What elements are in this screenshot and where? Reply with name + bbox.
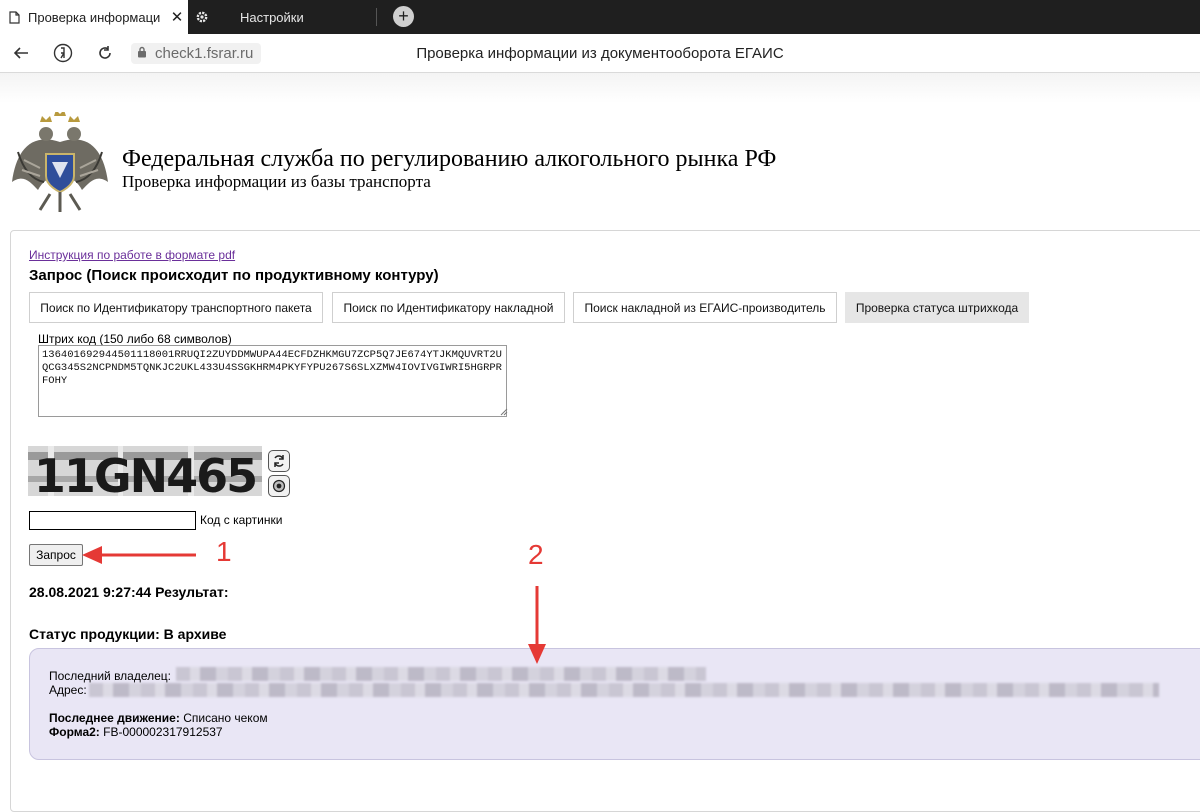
annotation-label-1: 1 xyxy=(216,536,232,567)
submit-request-button[interactable]: Запрос xyxy=(29,544,83,566)
toolbar-shadow xyxy=(0,73,1200,103)
tab-search-invoice-producer[interactable]: Поиск накладной из ЕГАИС-производитель xyxy=(573,292,837,323)
form2-label: Форма2: xyxy=(49,725,100,739)
annotation-label-2: 2 xyxy=(528,539,544,570)
close-icon[interactable]: ✕ xyxy=(166,8,188,26)
request-title: Запрос (Поиск происходит по продуктивном… xyxy=(29,267,439,284)
captcha-text: 11GN465 xyxy=(34,449,256,496)
resize-handle-icon[interactable] xyxy=(500,408,508,416)
header-subtitle: Проверка информации из базы транспорта xyxy=(122,172,431,191)
yandex-button[interactable] xyxy=(50,40,76,66)
form2-value: FB-000002317912537 xyxy=(103,725,223,739)
tab-active-title: Проверка информаци xyxy=(28,9,161,25)
back-button[interactable] xyxy=(8,40,34,66)
last-movement-line: Последнее движение: Списано чеком xyxy=(49,711,268,725)
captcha-audio-button[interactable] xyxy=(268,475,290,497)
emblem-eagle-logo xyxy=(12,112,108,212)
address-label: Адрес: xyxy=(49,683,87,697)
barcode-label: Штрих код (150 либо 68 символов) xyxy=(38,332,232,346)
back-arrow-icon xyxy=(13,47,28,59)
form2-line: Форма2: FB-000002317912537 xyxy=(49,725,223,739)
pdf-instruction-link[interactable]: Инструкция по работе в формате pdf xyxy=(29,248,235,262)
tab-barcode-status[interactable]: Проверка статуса штрихкода xyxy=(845,292,1029,323)
tab-settings[interactable]: Настройки xyxy=(188,0,376,34)
last-movement-label: Последнее движение: xyxy=(49,711,180,725)
speaker-icon xyxy=(272,479,286,493)
refresh-icon xyxy=(274,455,284,467)
product-status: Статус продукции: В архиве xyxy=(29,626,227,642)
tab-active[interactable]: Проверка информаци ✕ xyxy=(0,0,188,34)
gear-icon xyxy=(188,10,216,24)
captcha-code-input[interactable] xyxy=(29,511,196,530)
result-box xyxy=(29,648,1200,760)
tab-settings-title: Настройки xyxy=(240,9,304,25)
reload-button[interactable] xyxy=(92,40,118,66)
browser-tab-strip: Проверка информаци ✕ Настройки + xyxy=(0,0,1200,34)
result-timestamp: 28.08.2021 9:27:44 Результат: xyxy=(29,584,229,600)
address-value-redacted xyxy=(89,683,1159,697)
tab-search-transport-package[interactable]: Поиск по Идентификатору транспортного па… xyxy=(29,292,323,323)
captcha-refresh-button[interactable] xyxy=(268,450,290,472)
last-movement-value: Списано чеком xyxy=(183,711,268,725)
barcode-textarea[interactable]: 136401692944501118001RRUQI2ZUYDDMWUPA44E… xyxy=(38,345,507,417)
lock-icon xyxy=(137,45,147,62)
header-title: Федеральная служба по регулированию алко… xyxy=(122,146,777,172)
owner-label: Последний владелец: xyxy=(49,669,172,683)
captcha-code-label: Код с картинки xyxy=(200,513,283,527)
reload-icon xyxy=(99,46,111,59)
browser-toolbar: check1.fsrar.ru Проверка информации из д… xyxy=(0,34,1200,73)
yandex-logo-icon xyxy=(53,43,73,63)
tab-search-invoice-id[interactable]: Поиск по Идентификатору накладной xyxy=(332,292,565,323)
captcha-image: 11GN465 xyxy=(28,446,262,496)
new-tab-button[interactable]: + xyxy=(393,6,414,27)
page-icon xyxy=(0,10,28,24)
address-bar[interactable]: check1.fsrar.ru xyxy=(131,43,262,64)
address-text: check1.fsrar.ru xyxy=(155,45,254,62)
owner-value-redacted xyxy=(176,667,706,681)
tab-separator xyxy=(376,8,377,26)
